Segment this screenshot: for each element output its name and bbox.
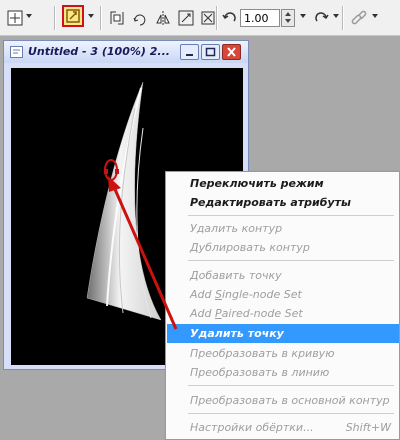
undo-icon[interactable]: [220, 9, 238, 27]
toolbar-separator: [342, 6, 344, 30]
menu-item-edit-attributes[interactable]: Редактировать атрибуты: [167, 193, 399, 212]
menu-item-label: Добавить точку: [190, 269, 282, 282]
menu-separator: [188, 413, 394, 414]
menu-separator: [188, 215, 394, 216]
menu-item-label: Переключить режим: [190, 177, 324, 190]
chevron-down-icon[interactable]: [300, 14, 306, 18]
menu-item-duplicate-path[interactable]: Дублировать контур: [167, 238, 399, 257]
label-accelerator: P: [215, 307, 222, 320]
menu-separator: [188, 385, 394, 386]
document-title-bar[interactable]: Untitled - 3 (100%) 2...: [4, 41, 248, 63]
toolbar-separator: [100, 6, 102, 30]
label-part: Add: [190, 307, 215, 320]
menu-item-add-point[interactable]: Добавить точку: [167, 266, 399, 285]
menu-item-add-paired-node-set[interactable]: Add Paired-node Set: [167, 304, 399, 323]
node-edit-icon[interactable]: [108, 9, 126, 27]
menu-item-label: Дублировать контур: [190, 241, 310, 254]
chevron-down-icon[interactable]: [26, 14, 32, 18]
zoom-input[interactable]: 1.00: [240, 9, 280, 27]
close-button[interactable]: [222, 44, 241, 60]
menu-item-label: Редактировать атрибуты: [190, 196, 351, 209]
menu-item-delete-path[interactable]: Удалить контур: [167, 219, 399, 238]
chevron-down-icon[interactable]: [372, 14, 378, 18]
shape-tool-icon: [66, 9, 80, 23]
menu-item-shortcut: Shift+W: [345, 421, 391, 434]
chevron-down-icon[interactable]: [333, 14, 339, 18]
menu-item-label: Удалить контур: [190, 222, 283, 235]
toolbar-separator: [216, 6, 218, 30]
menu-item-label: Преобразовать в линию: [190, 366, 330, 379]
context-menu: Переключить режим Редактировать атрибуты…: [165, 171, 400, 440]
maximize-button[interactable]: [201, 44, 220, 60]
toolbar: 1.00: [0, 0, 400, 36]
toolbar-separator: [54, 6, 56, 30]
menu-item-convert-to-main-path[interactable]: Преобразовать в основной контур: [167, 391, 399, 410]
rotate-icon[interactable]: [131, 9, 149, 27]
menu-item-label: Add Paired-node Set: [190, 304, 303, 323]
minimize-button[interactable]: [180, 44, 199, 60]
label-part: ingle-node Set: [221, 288, 302, 301]
pick-tool-icon[interactable]: [6, 9, 24, 27]
mirror-icon[interactable]: [154, 9, 172, 27]
menu-item-delete-point[interactable]: Удалить точку: [167, 324, 399, 343]
menu-item-label: Add Single-node Set: [190, 285, 302, 304]
chevron-down-icon[interactable]: [88, 14, 94, 18]
menu-item-convert-to-line[interactable]: Преобразовать в линию: [167, 363, 399, 382]
menu-item-toggle-mode[interactable]: Переключить режим: [167, 174, 399, 193]
menu-item-add-single-node-set[interactable]: Add Single-node Set: [167, 285, 399, 304]
maximize-icon: [205, 47, 216, 57]
label-accelerator: S: [215, 288, 222, 301]
document-icon: [10, 46, 23, 58]
minimize-icon: [186, 54, 193, 56]
menu-item-label: Преобразовать в кривую: [190, 347, 335, 360]
menu-item-wrap-settings[interactable]: Настройки обёртки... Shift+W: [167, 418, 399, 437]
transform-icon[interactable]: [199, 9, 217, 27]
label-part: aired-node Set: [221, 307, 303, 320]
menu-item-convert-to-curve[interactable]: Преобразовать в кривую: [167, 344, 399, 363]
redo-icon[interactable]: [313, 9, 331, 27]
document-title: Untitled - 3 (100%) 2...: [28, 45, 170, 58]
menu-item-label: Настройки обёртки...: [190, 421, 314, 434]
menu-item-label: Удалить точку: [190, 327, 284, 340]
scale-icon[interactable]: [177, 9, 195, 27]
link-icon[interactable]: [350, 9, 368, 27]
menu-separator: [188, 260, 394, 261]
label-part: Add: [190, 288, 215, 301]
menu-item-label: Преобразовать в основной контур: [190, 394, 390, 407]
zoom-stepper[interactable]: [281, 9, 295, 27]
close-icon: [227, 47, 236, 57]
shape-tool-button[interactable]: [62, 5, 84, 27]
